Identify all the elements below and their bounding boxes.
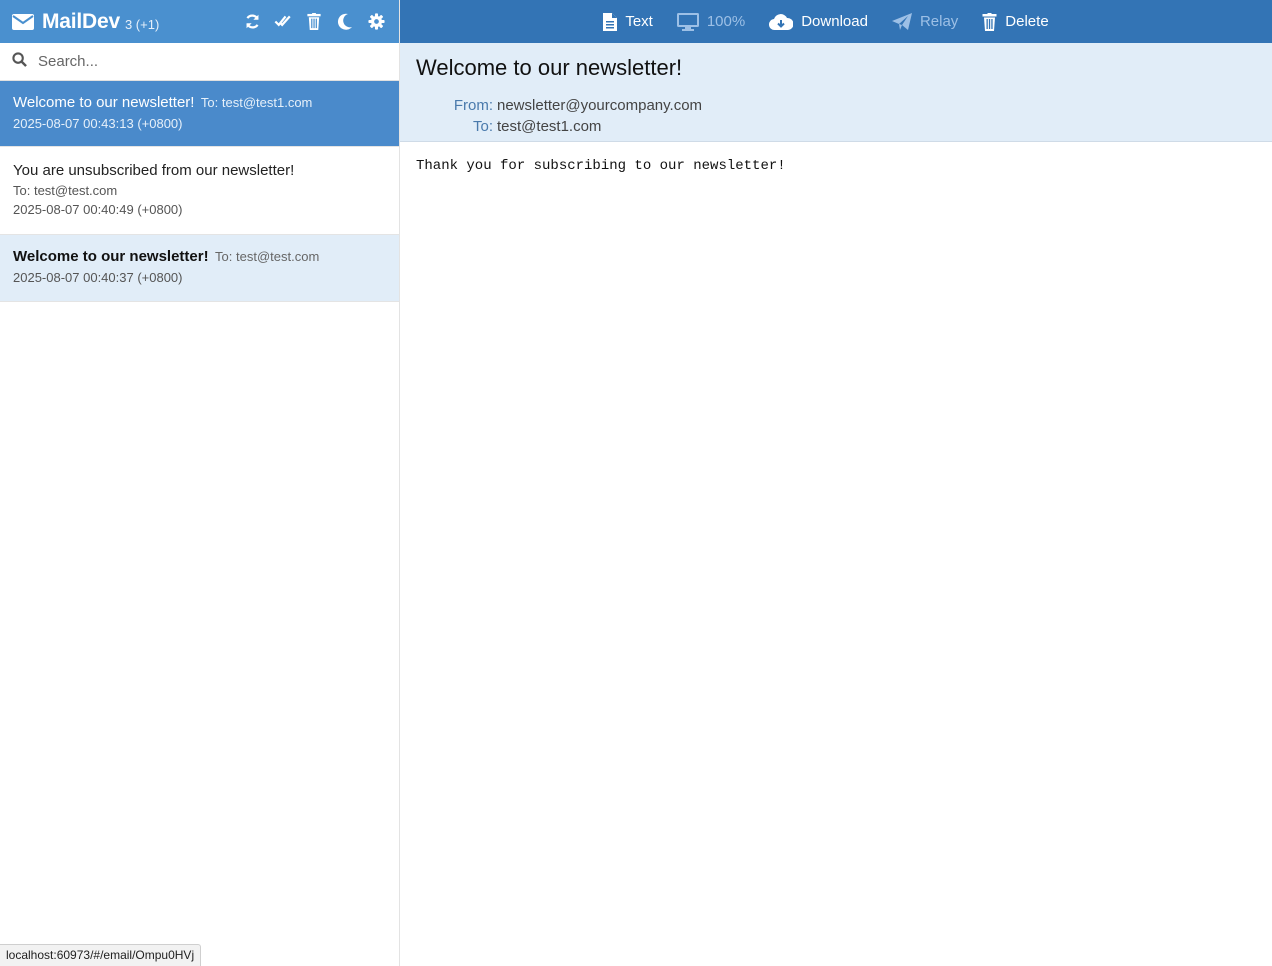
delete-button[interactable]: Delete bbox=[982, 12, 1049, 31]
zoom-button[interactable]: 100% bbox=[676, 12, 746, 31]
email-recipient: To: test@test.com bbox=[13, 183, 118, 198]
status-bar-url: localhost:60973/#/email/Ompu0HVj bbox=[0, 944, 202, 966]
delete-label: Delete bbox=[1005, 13, 1049, 30]
email-recipient: To: test@test1.com bbox=[200, 95, 313, 110]
email-list-item[interactable]: Welcome to our newsletter! To: test@test… bbox=[0, 81, 399, 147]
to-address: test@test1.com bbox=[497, 118, 602, 135]
header-actions bbox=[242, 12, 399, 32]
sidebar: MailDev 3 (+1) Search... Welcome to our … bbox=[0, 0, 400, 966]
email-list: Welcome to our newsletter! To: test@test… bbox=[0, 81, 399, 302]
email-subject: Welcome to our newsletter! bbox=[13, 94, 195, 111]
search-bar bbox=[0, 43, 399, 81]
monitor-icon bbox=[676, 12, 699, 31]
search-input[interactable] bbox=[36, 52, 370, 71]
zoom-level: 100% bbox=[706, 13, 746, 30]
to-label: To: bbox=[472, 118, 493, 135]
relay-label: Relay bbox=[919, 13, 959, 30]
from-address: newsletter@yourcompany.com bbox=[497, 97, 703, 114]
email-meta: From: newsletter@yourcompany.com To: tes… bbox=[416, 95, 1256, 137]
email-subject: Welcome to our newsletter! bbox=[13, 248, 209, 265]
email-date: 2025-08-07 00:40:37 (+0800) bbox=[13, 270, 183, 285]
email-date: 2025-08-07 00:40:49 (+0800) bbox=[13, 202, 183, 217]
text-view-label: Text bbox=[625, 13, 653, 30]
email-view: Text 100% Download Relay Delete Welcome … bbox=[400, 0, 1272, 966]
email-recipient: To: test@test.com bbox=[215, 249, 320, 264]
trash-icon bbox=[982, 12, 997, 31]
download-label: Download bbox=[801, 13, 868, 30]
email-header: Welcome to our newsletter! From: newslet… bbox=[400, 43, 1272, 142]
sidebar-header: MailDev 3 (+1) bbox=[0, 0, 399, 43]
gear-icon[interactable] bbox=[366, 12, 386, 32]
relay-button[interactable]: Relay bbox=[891, 12, 959, 31]
email-toolbar: Text 100% Download Relay Delete bbox=[400, 0, 1272, 43]
refresh-icon[interactable] bbox=[242, 12, 262, 32]
email-subject-title: Welcome to our newsletter! bbox=[416, 55, 683, 80]
email-list-item[interactable]: Welcome to our newsletter! To: test@test… bbox=[0, 235, 399, 302]
from-label: From: bbox=[453, 97, 493, 114]
envelope-icon bbox=[12, 13, 34, 30]
email-subject: You are unsubscribed from our newsletter… bbox=[13, 162, 295, 179]
search-icon bbox=[12, 51, 27, 72]
email-body: Thank you for subscribing to our newslet… bbox=[416, 158, 786, 174]
app-title[interactable]: MailDev bbox=[42, 10, 120, 34]
email-date: 2025-08-07 00:43:13 (+0800) bbox=[13, 116, 183, 131]
moon-icon[interactable] bbox=[335, 12, 355, 32]
file-text-icon bbox=[603, 12, 618, 31]
download-button[interactable]: Download bbox=[769, 13, 868, 31]
email-count: 3 (+1) bbox=[124, 17, 160, 32]
trash-icon[interactable] bbox=[304, 12, 324, 32]
text-view-button[interactable]: Text bbox=[603, 12, 653, 31]
paper-plane-icon bbox=[891, 12, 912, 30]
mark-all-read-icon[interactable] bbox=[273, 12, 293, 32]
cloud-download-icon bbox=[769, 13, 794, 30]
email-list-item[interactable]: You are unsubscribed from our newsletter… bbox=[0, 147, 399, 235]
